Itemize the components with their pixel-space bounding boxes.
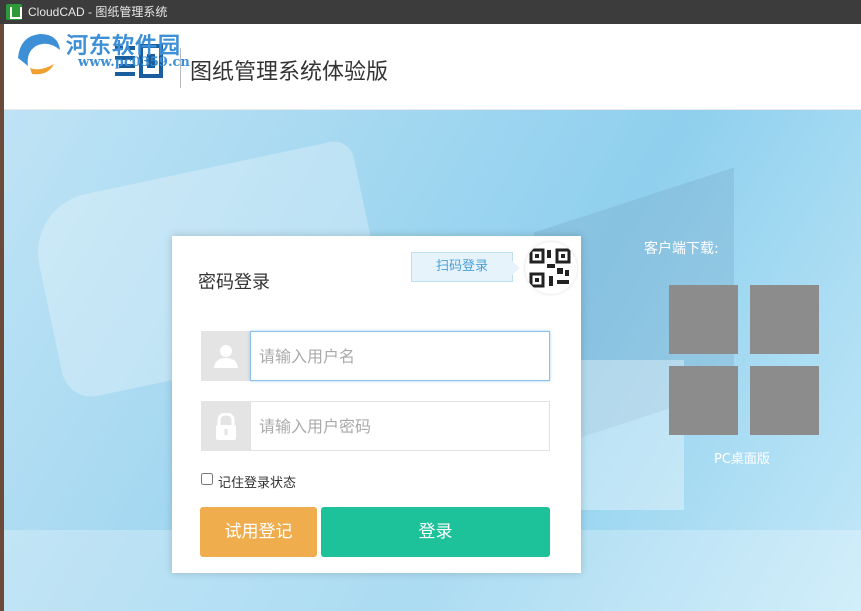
pc-download-link[interactable]: PC桌面版: [714, 448, 770, 467]
qr-login-tip[interactable]: 扫码登录: [411, 252, 520, 282]
remember-checkbox[interactable]: [201, 473, 213, 485]
watermark: 河东软件园 www.pc0359.cn: [10, 28, 220, 98]
windows-pane: [750, 366, 819, 435]
watermark-url: www.pc0359.cn: [78, 55, 190, 70]
hero-decor-model: [564, 360, 684, 510]
qr-code-icon[interactable]: [525, 242, 577, 294]
login-title: 密码登录: [198, 272, 270, 293]
lock-icon: [201, 401, 250, 451]
download-title: 客户端下载:: [644, 241, 719, 257]
app-icon: [6, 4, 22, 20]
remember-label: 记住登录状态: [218, 476, 297, 491]
windows-pane: [669, 366, 738, 435]
user-icon: [201, 331, 250, 381]
password-field: [201, 401, 550, 451]
username-input[interactable]: [250, 331, 550, 381]
windows-pane: [750, 285, 819, 354]
window-title: CloudCAD - 图纸管理系统: [28, 5, 168, 19]
windows-pane: [669, 285, 738, 354]
password-input[interactable]: [250, 401, 550, 451]
watermark-logo: [18, 34, 60, 75]
login-card: 密码登录 扫码登录 请输入用户名 记住登录状态 试用登记 登录: [172, 236, 581, 573]
title-bar: CloudCAD - 图纸管理系统: [0, 0, 861, 24]
windows-icon[interactable]: [669, 285, 819, 435]
username-field: [201, 331, 550, 381]
login-button[interactable]: 登录: [321, 507, 550, 557]
page-header: 图纸管理系统体验版 河东软件园 www.pc0359.cn: [4, 24, 861, 110]
trial-register-button[interactable]: 试用登记: [200, 507, 317, 557]
